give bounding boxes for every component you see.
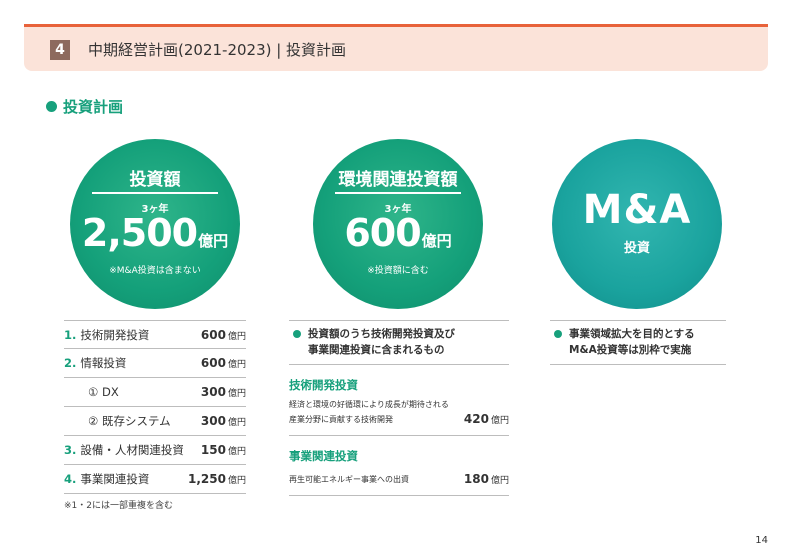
list-item: 3. 設備・人材関連投資 150 億円 <box>64 436 246 465</box>
category-unit: 億円 <box>490 416 509 426</box>
item-unit: 億円 <box>227 476 246 486</box>
circle-amount: 600億円 <box>313 211 483 255</box>
item-label: ② 既存システム <box>88 414 171 428</box>
category-body: 再生可能エネルギー事業への出資 180 億円 <box>289 464 509 496</box>
mna-bullet: 事業領域拡大を目的とする M&A投資等は別枠で実施 <box>550 320 726 365</box>
item-unit: 億円 <box>227 447 246 457</box>
category-body: 経済と環境の好循環により成長が期待される 産業分野に貢献する技術開発 420 億円 <box>289 393 509 436</box>
item-unit: 億円 <box>227 331 246 342</box>
bullet-line: 事業領域拡大を目的とする <box>569 328 695 340</box>
category-desc: 産業分野に貢献する技術開発 <box>289 415 393 424</box>
item-label: 設備・人材関連投資 <box>80 443 184 457</box>
amount-unit: 億円 <box>198 232 229 250</box>
item-unit: 億円 <box>227 360 246 370</box>
bullet-line: 事業関連投資に含まれるもの <box>308 344 445 356</box>
investment-breakdown-list: 1. 技術開発投資 600 億円 2. 情報投資 600 億円 ① DX 300 億円 ②… <box>64 320 246 494</box>
section-number-badge: 4 <box>50 40 70 60</box>
circle-divider <box>92 192 218 194</box>
circle-note: ※投資額に含む <box>367 266 429 276</box>
item-index: 1. <box>64 327 77 342</box>
item-value: 300 <box>200 414 226 428</box>
category-title: 事業関連投資 <box>289 449 358 463</box>
bullet-dot-icon <box>46 101 57 112</box>
item-label: 事業関連投資 <box>80 472 150 486</box>
item-label: ① DX <box>88 385 119 399</box>
investment-footnote: ※1・2には一部重複を含む <box>64 501 173 511</box>
amount-value: 600 <box>344 211 421 255</box>
amount-value: 2,500 <box>81 211 198 255</box>
mna-circle: M&A 投資 <box>552 139 722 309</box>
amount-unit: 億円 <box>421 232 452 250</box>
item-unit: 億円 <box>227 418 246 428</box>
circle-note: ※M&A投資は含まない <box>109 266 201 276</box>
bullet-line: M&A投資等は別枠で実施 <box>569 344 692 356</box>
circle-title: 環境関連投資額 <box>338 170 458 190</box>
bullet-dot-icon <box>554 330 562 338</box>
item-label: 情報投資 <box>80 356 127 370</box>
item-index: 2. <box>64 356 77 370</box>
subheading: 投資計画 <box>46 96 123 117</box>
category-unit: 億円 <box>490 476 509 486</box>
list-subitem: ② 既存システム 300 億円 <box>64 407 246 436</box>
environment-investment-circle: 環境関連投資額 3ヶ年 600億円 ※投資額に含む <box>313 139 483 309</box>
page-number: 14 <box>755 535 768 546</box>
investment-total-circle: 投資額 3ヶ年 2,500億円 ※M&A投資は含まない <box>70 139 240 309</box>
item-value: 600 <box>200 327 226 342</box>
subheading-text: 投資計画 <box>63 98 124 116</box>
item-index: 4. <box>64 472 77 486</box>
item-index: 3. <box>64 443 77 457</box>
item-label: 技術開発投資 <box>80 327 150 342</box>
environment-detail: 投資額のうち技術開発投資及び 事業関連投資に含まれるもの 技術開発投資 経済と環… <box>289 320 509 496</box>
category-value: 420 <box>463 412 489 426</box>
item-value: 600 <box>200 356 226 370</box>
circle-amount: 2,500億円 <box>70 211 240 255</box>
item-unit: 億円 <box>227 389 246 399</box>
list-subitem: ① DX 300 億円 <box>64 378 246 407</box>
item-value: 1,250 <box>188 472 226 486</box>
category-value: 180 <box>463 472 489 486</box>
item-value: 150 <box>200 443 226 457</box>
bullet-line: 投資額のうち技術開発投資及び <box>308 328 455 340</box>
category-desc: 経済と環境の好循環により成長が期待される <box>289 400 449 409</box>
list-item: 1. 技術開発投資 600 億円 <box>64 320 246 349</box>
category-title: 技術開発投資 <box>289 378 358 392</box>
page-title: 中期経営計画(2021-2023) | 投資計画 <box>88 41 347 59</box>
circle-title: 投資額 <box>129 170 181 190</box>
list-item: 2. 情報投資 600 億円 <box>64 349 246 378</box>
category-desc: 再生可能エネルギー事業への出資 <box>289 475 409 484</box>
list-item: 4. 事業関連投資 1,250 億円 <box>64 465 246 494</box>
mna-title: M&A <box>582 187 692 233</box>
circle-divider <box>335 192 461 194</box>
item-value: 300 <box>200 385 226 399</box>
environment-bullet: 投資額のうち技術開発投資及び 事業関連投資に含まれるもの <box>289 320 509 365</box>
mna-detail: 事業領域拡大を目的とする M&A投資等は別枠で実施 <box>550 320 726 365</box>
mna-subtitle: 投資 <box>623 241 650 256</box>
bullet-dot-icon <box>293 330 301 338</box>
